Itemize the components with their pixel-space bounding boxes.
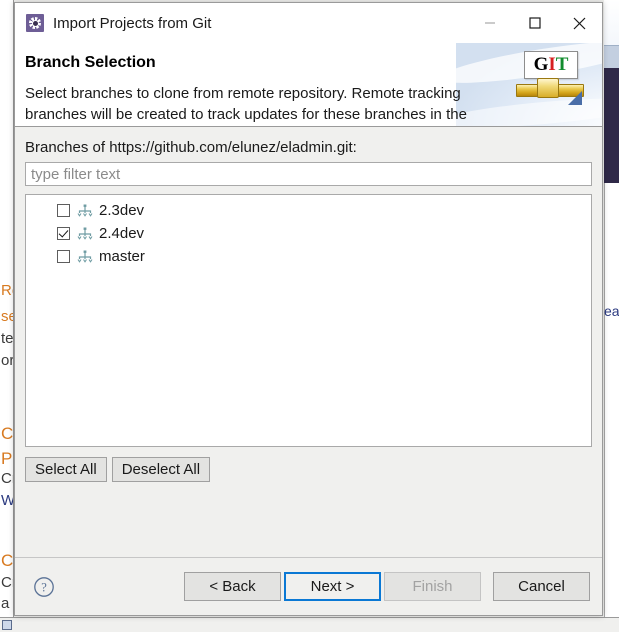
deselect-all-button[interactable]: Deselect All: [111, 457, 211, 482]
navigation-buttons: < Back Next > Finish Cancel: [181, 572, 590, 601]
filter-input[interactable]: [25, 162, 592, 186]
branch-checkbox[interactable]: [57, 204, 70, 217]
branch-checkbox[interactable]: [57, 227, 70, 240]
dialog-body: Branches of https://github.com/elunez/el…: [15, 127, 602, 557]
selection-buttons: Select All Deselect All: [25, 457, 592, 482]
git-logo-triangle: [568, 91, 582, 105]
background-text-fragment: eat: [604, 303, 619, 319]
background-right-dark-panel: [604, 68, 619, 183]
close-icon[interactable]: [557, 3, 602, 43]
list-item[interactable]: 2.3dev: [26, 199, 591, 222]
list-item[interactable]: master: [26, 245, 591, 268]
page-title: Branch Selection: [25, 54, 156, 71]
git-logo-icon: GIT: [508, 51, 588, 113]
branch-label: 2.4dev: [99, 225, 145, 242]
branch-icon: [77, 204, 93, 218]
next-button[interactable]: Next >: [284, 572, 381, 601]
git-logo-pipe-center: [537, 78, 559, 98]
back-button[interactable]: < Back: [184, 572, 281, 601]
dialog-titlebar[interactable]: Import Projects from Git: [15, 3, 602, 43]
branch-label: master: [99, 248, 145, 265]
help-icon[interactable]: ?: [33, 576, 55, 598]
import-projects-from-git-dialog: Import Projects from Git GIT Branch Sele…: [14, 2, 603, 616]
svg-text:?: ?: [41, 580, 47, 594]
git-logo-letter-i: I: [548, 54, 556, 75]
background-status-icon: [2, 620, 12, 630]
branch-list[interactable]: 2.3dev 2.4dev master: [25, 194, 592, 447]
background-text-fragment: C: [1, 551, 14, 570]
list-item[interactable]: 2.4dev: [26, 222, 591, 245]
page-description: Select branches to clone from remote rep…: [25, 85, 467, 123]
branch-label: 2.3dev: [99, 202, 145, 219]
background-text-fragment: a: [1, 595, 10, 612]
dialog-footer: ? < Back Next > Finish Cancel: [15, 557, 602, 615]
cancel-button[interactable]: Cancel: [493, 572, 590, 601]
background-bottom-bar: [0, 617, 619, 632]
background-text-fragment: C: [1, 424, 14, 443]
branch-icon: [77, 250, 93, 264]
background-right-titlebar: [604, 45, 619, 69]
git-logo-letter-g: G: [533, 54, 549, 75]
background-text-fragment: te: [1, 330, 14, 347]
background-right-editor: [604, 183, 619, 632]
background-text-fragment: P: [1, 449, 13, 468]
dialog-title: Import Projects from Git: [53, 14, 212, 32]
finish-button: Finish: [384, 572, 481, 601]
branch-checkbox[interactable]: [57, 250, 70, 263]
select-all-button[interactable]: Select All: [25, 457, 107, 482]
branches-label: Branches of https://github.com/elunez/el…: [25, 139, 357, 156]
git-logo-box: GIT: [524, 51, 578, 79]
window-controls: [467, 3, 602, 43]
branch-icon: [77, 227, 93, 241]
maximize-icon[interactable]: [512, 3, 557, 43]
background-left-strip: Re se te or C P Cr W C Cr a: [0, 0, 14, 632]
dialog-header: GIT Branch Selection Select branches to …: [15, 43, 602, 127]
git-logo-letter-t: T: [555, 54, 569, 75]
minimize-icon[interactable]: [467, 3, 512, 43]
eclipse-gear-icon: [26, 14, 44, 32]
